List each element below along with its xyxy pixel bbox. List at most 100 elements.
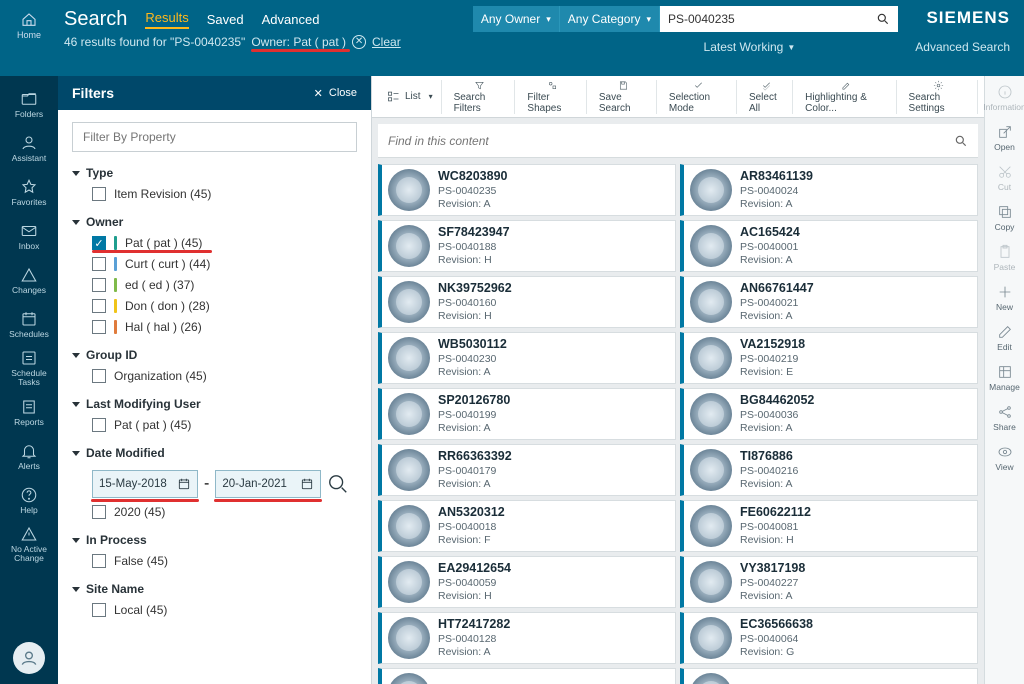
result-card[interactable]: RR66363392PS-0040179Revision: A bbox=[378, 444, 676, 496]
filter-group-last-modifying-user[interactable]: Last Modifying User bbox=[72, 397, 357, 411]
filter-row[interactable]: Pat ( pat ) (45) bbox=[92, 418, 357, 432]
result-card[interactable]: AR83461139PS-0040024Revision: A bbox=[680, 164, 978, 216]
owner-dropdown[interactable]: Any Owner▾ bbox=[473, 6, 560, 32]
result-card[interactable]: EA29412654PS-0040059Revision: H bbox=[378, 556, 676, 608]
result-card[interactable]: AC165424PS-0040001Revision: A bbox=[680, 220, 978, 272]
toolbar-filter-shapes[interactable]: Filter Shapes bbox=[519, 80, 586, 114]
owner-chip[interactable]: Owner: Pat ( pat ) bbox=[251, 35, 346, 49]
rail-item-assistant[interactable]: Assistant bbox=[0, 126, 58, 170]
filter-group-date-modified[interactable]: Date Modified bbox=[72, 446, 357, 460]
result-card[interactable]: WC8203890PS-0040235Revision: A bbox=[378, 164, 676, 216]
result-card[interactable]: SP20126780PS-0040199Revision: A bbox=[378, 388, 676, 440]
checkbox[interactable] bbox=[92, 554, 106, 568]
result-card[interactable]: VY3817198PS-0040227Revision: A bbox=[680, 556, 978, 608]
home-icon[interactable] bbox=[20, 12, 38, 28]
toolbar-selection-mode[interactable]: Selection Mode bbox=[661, 80, 737, 114]
filter-row[interactable]: Curt ( curt ) (44) bbox=[92, 257, 357, 271]
result-card[interactable]: WB5030112PS-0040230Revision: A bbox=[378, 332, 676, 384]
rail-item-schedules[interactable]: Schedules bbox=[0, 302, 58, 346]
latest-working-dropdown[interactable]: Latest Working ▼ bbox=[704, 40, 796, 54]
rail-item-favorites[interactable]: Favorites bbox=[0, 170, 58, 214]
result-card[interactable]: TI876886PS-0040216Revision: A bbox=[680, 444, 978, 496]
right-rail-open[interactable]: Open bbox=[985, 124, 1024, 152]
right-rail-new[interactable]: New bbox=[985, 284, 1024, 312]
rail-item-no-active-change[interactable]: No Active Change bbox=[0, 522, 58, 566]
filter-group-type[interactable]: Type bbox=[72, 166, 357, 180]
result-card[interactable]: EA816892 bbox=[378, 668, 676, 684]
filter-property-input[interactable] bbox=[72, 122, 357, 152]
checkbox[interactable] bbox=[92, 299, 106, 313]
filter-row[interactable]: Local (45) bbox=[92, 603, 357, 617]
filter-group-in-process[interactable]: In Process bbox=[72, 533, 357, 547]
right-rail-share[interactable]: Share bbox=[985, 404, 1024, 432]
result-card[interactable]: UT75713080 bbox=[680, 668, 978, 684]
filter-row[interactable]: 2020 (45) bbox=[92, 505, 357, 519]
search-icon[interactable] bbox=[876, 12, 890, 26]
right-rail-information[interactable]: Information bbox=[985, 84, 1024, 112]
toolbar-list[interactable]: List▾ bbox=[378, 80, 442, 114]
search-icon[interactable] bbox=[954, 134, 968, 148]
clear-link[interactable]: Clear bbox=[372, 35, 401, 49]
filter-row[interactable]: Organization (45) bbox=[92, 369, 357, 383]
filter-row[interactable]: Hal ( hal ) (26) bbox=[92, 320, 357, 334]
filter-group-owner[interactable]: Owner bbox=[72, 215, 357, 229]
rail-item-alerts[interactable]: Alerts bbox=[0, 434, 58, 478]
result-card[interactable]: FE60622112PS-0040081Revision: H bbox=[680, 500, 978, 552]
rail-item-folders[interactable]: Folders bbox=[0, 82, 58, 126]
find-in-content[interactable] bbox=[378, 124, 978, 158]
tab-advanced[interactable]: Advanced bbox=[262, 12, 320, 27]
tab-saved[interactable]: Saved bbox=[207, 12, 244, 27]
category-dropdown[interactable]: Any Category▾ bbox=[560, 6, 660, 32]
checkbox[interactable] bbox=[92, 187, 106, 201]
filter-row[interactable]: ✓Pat ( pat ) (45) bbox=[92, 236, 357, 250]
result-card[interactable]: VA2152918PS-0040219Revision: E bbox=[680, 332, 978, 384]
filter-row[interactable]: ed ( ed ) (37) bbox=[92, 278, 357, 292]
checkbox[interactable] bbox=[92, 418, 106, 432]
date-search-icon[interactable] bbox=[327, 473, 349, 495]
right-rail-cut[interactable]: Cut bbox=[985, 164, 1024, 192]
filter-group-site-name[interactable]: Site Name bbox=[72, 582, 357, 596]
toolbar-search-filters[interactable]: Search Filters bbox=[446, 80, 516, 114]
checkbox[interactable] bbox=[92, 257, 106, 271]
checkbox[interactable] bbox=[92, 505, 106, 519]
remove-owner-icon[interactable]: ✕ bbox=[352, 35, 366, 49]
right-rail-copy[interactable]: Copy bbox=[985, 204, 1024, 232]
toolbar-save-search[interactable]: Save Search bbox=[591, 80, 657, 114]
checkbox[interactable] bbox=[92, 320, 106, 334]
right-rail-view[interactable]: View bbox=[985, 444, 1024, 472]
filter-row[interactable]: Don ( don ) (28) bbox=[92, 299, 357, 313]
filter-row[interactable]: Item Revision (45) bbox=[92, 187, 357, 201]
result-card[interactable]: SF78423947PS-0040188Revision: H bbox=[378, 220, 676, 272]
filters-close-button[interactable]: ✕ Close bbox=[314, 87, 357, 100]
checkbox[interactable] bbox=[92, 278, 106, 292]
result-card[interactable]: NK39752962PS-0040160Revision: H bbox=[378, 276, 676, 328]
result-card[interactable]: EC36566638PS-0040064Revision: G bbox=[680, 612, 978, 664]
tab-results[interactable]: Results bbox=[145, 10, 188, 29]
filter-group-group-id[interactable]: Group ID bbox=[72, 348, 357, 362]
checkbox[interactable] bbox=[92, 369, 106, 383]
right-rail-edit[interactable]: Edit bbox=[985, 324, 1024, 352]
rail-item-schedule-tasks[interactable]: Schedule Tasks bbox=[0, 346, 58, 390]
toolbar-search-settings[interactable]: Search Settings bbox=[901, 80, 978, 114]
toolbar-select-all[interactable]: Select All bbox=[741, 80, 793, 114]
rail-item-reports[interactable]: Reports bbox=[0, 390, 58, 434]
user-avatar[interactable] bbox=[13, 642, 45, 674]
rail-item-help[interactable]: Help bbox=[0, 478, 58, 522]
result-card[interactable]: AN5320312PS-0040018Revision: F bbox=[378, 500, 676, 552]
right-rail-paste[interactable]: Paste bbox=[985, 244, 1024, 272]
calendar-icon[interactable] bbox=[177, 477, 191, 491]
result-card[interactable]: BG84462052PS-0040036Revision: A bbox=[680, 388, 978, 440]
rail-item-changes[interactable]: Changes bbox=[0, 258, 58, 302]
checkbox[interactable]: ✓ bbox=[92, 236, 106, 250]
filter-row[interactable]: False (45) bbox=[92, 554, 357, 568]
date-to-input[interactable]: 20-Jan-2021 bbox=[215, 470, 321, 498]
global-search-input[interactable]: PS-0040235 bbox=[660, 6, 898, 32]
calendar-icon[interactable] bbox=[300, 477, 314, 491]
result-card[interactable]: HT72417282PS-0040128Revision: A bbox=[378, 612, 676, 664]
date-from-input[interactable]: 15-May-2018 bbox=[92, 470, 198, 498]
right-rail-manage[interactable]: Manage bbox=[985, 364, 1024, 392]
checkbox[interactable] bbox=[92, 603, 106, 617]
advanced-search-link[interactable]: Advanced Search bbox=[915, 40, 1010, 54]
rail-item-inbox[interactable]: Inbox bbox=[0, 214, 58, 258]
result-card[interactable]: AN66761447PS-0040021Revision: A bbox=[680, 276, 978, 328]
